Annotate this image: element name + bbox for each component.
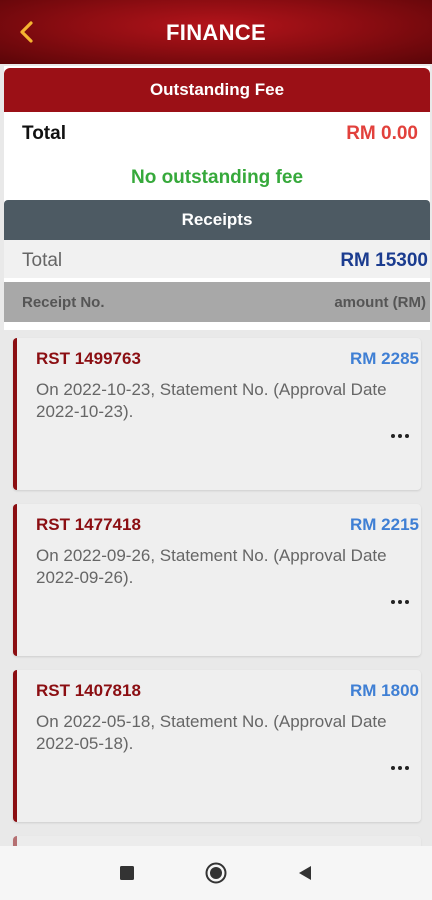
page-title: FINANCE (166, 20, 266, 45)
outstanding-total-label: Total (22, 123, 66, 144)
more-horizontal-icon (391, 434, 409, 438)
triangle-back-icon (299, 866, 311, 880)
more-options-button[interactable] (387, 426, 413, 446)
more-horizontal-icon (391, 766, 409, 770)
home-button[interactable] (203, 860, 229, 886)
receipt-amount: RM 2215 (350, 515, 419, 534)
outstanding-status-text: No outstanding fee (130, 167, 304, 188)
app-bar: FINANCE (0, 0, 432, 64)
receipt-description: On 2022-05-18, Statement No. (Approval D… (36, 712, 387, 753)
receipts-total-row: Total RM 15300 (4, 240, 430, 278)
square-icon (120, 866, 134, 880)
system-nav-bar (0, 846, 432, 900)
receipt-amount: RM 2285 (350, 349, 419, 368)
outstanding-total-value: RM 0.00 (346, 123, 418, 144)
receipt-amount: RM 1800 (350, 681, 419, 700)
receipts-column-header: Receipt No. amount (RM) (4, 282, 430, 322)
circle-icon (205, 862, 227, 884)
receipt-card[interactable]: RST 1477418 RM 2215 On 2022-09-26, State… (13, 504, 421, 656)
receipts-total-value: RM 15300 (340, 250, 428, 271)
receipts-header: Receipts (4, 200, 430, 240)
recents-button[interactable] (114, 860, 140, 886)
more-horizontal-icon (391, 600, 409, 604)
receipt-number: RST 1499763 (36, 349, 141, 368)
receipt-card[interactable]: RST 1499763 RM 2285 On 2022-10-23, State… (13, 338, 421, 490)
column-amount: amount (RM) (334, 294, 426, 311)
column-receipt-no: Receipt No. (22, 294, 105, 311)
summary-card: Outstanding Fee Total RM 0.00 No outstan… (4, 66, 430, 330)
receipt-number: RST 1477418 (36, 515, 141, 534)
receipt-description: On 2022-10-23, Statement No. (Approval D… (36, 380, 387, 421)
more-options-button[interactable] (387, 592, 413, 612)
receipt-description: On 2022-09-26, Statement No. (Approval D… (36, 546, 387, 587)
back-nav-button[interactable] (292, 860, 318, 886)
more-options-button[interactable] (387, 758, 413, 778)
receipt-card[interactable]: RST 1407818 RM 1800 On 2022-05-18, State… (13, 670, 421, 822)
outstanding-fee-header: Outstanding Fee (4, 68, 430, 112)
receipts-total-label: Total (22, 250, 63, 271)
receipt-number: RST 1407818 (36, 681, 141, 700)
